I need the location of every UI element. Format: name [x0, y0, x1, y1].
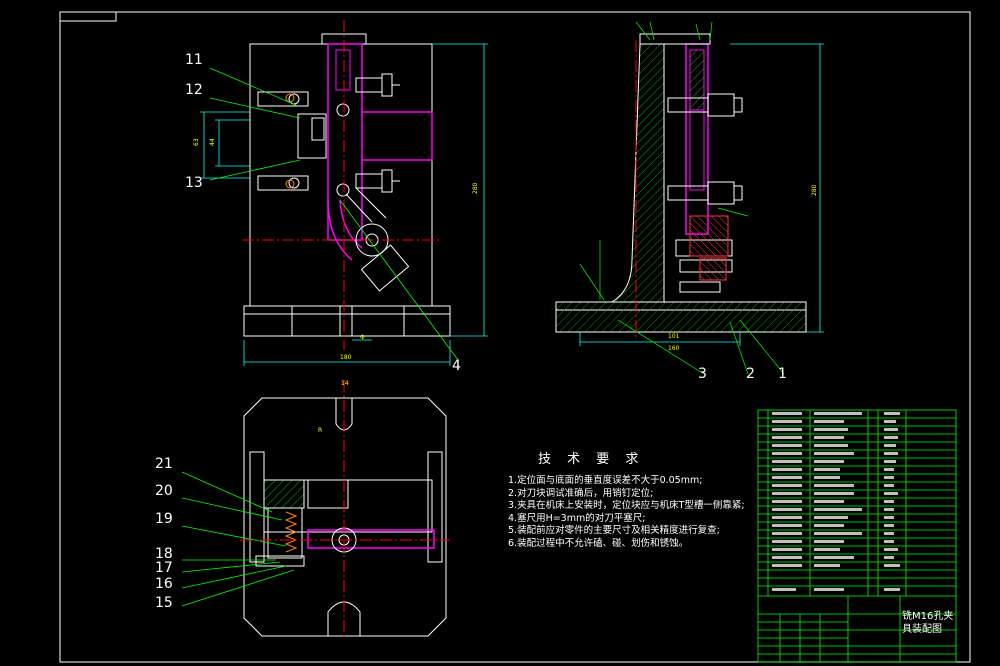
- side-view: 280 101 160: [555, 21, 824, 375]
- svg-text:280: 280: [811, 184, 818, 196]
- technical-requirements-title: 技 术 要 求: [538, 452, 645, 467]
- balloon-13: 13: [185, 175, 203, 191]
- svg-text:63: 63: [193, 138, 200, 146]
- balloon-3: 3: [698, 366, 707, 382]
- corner-tag: [59, 11, 117, 22]
- svg-text:14: 14: [341, 380, 349, 387]
- balloon-21: 21: [155, 456, 173, 472]
- front-view: 180 280 63 44 Φ: [193, 20, 488, 366]
- svg-text:Φ: Φ: [360, 334, 365, 341]
- svg-text:280: 280: [472, 182, 479, 194]
- requirement-1: 1.定位面与底面的垂直度误差不大于0.05mm;: [508, 475, 703, 486]
- svg-text:44: 44: [209, 138, 216, 146]
- balloon-1: 1: [778, 366, 787, 382]
- balloon-19: 19: [155, 511, 173, 527]
- balloon-4: 4: [452, 358, 461, 374]
- drawing-name-line2: 具装配图: [902, 624, 942, 635]
- balloon-17: 17: [155, 560, 173, 576]
- cad-assembly-drawing: 180 280 63 44 Φ 280 101 160 14 R: [59, 11, 971, 663]
- requirement-2: 2.对刀块调试准确后，用销钉定位;: [508, 487, 654, 499]
- svg-text:R: R: [318, 427, 322, 434]
- requirement-6: 6.装配过程中不允许磕、碰、划伤和锈蚀。: [508, 537, 689, 549]
- requirement-4: 4.塞尺用H=3mm的对刀平塞尺;: [508, 512, 646, 524]
- svg-text:101: 101: [668, 333, 680, 340]
- top-view: 14 R: [181, 380, 450, 640]
- technical-requirements: 技 术 要 求 1.定位面与底面的垂直度误差不大于0.05mm; 2.对刀块调试…: [508, 448, 808, 550]
- requirement-5: 5.装配前应对零件的主要尺寸及相关精度进行复查;: [508, 525, 720, 536]
- balloon-15: 15: [155, 595, 173, 611]
- requirement-3: 3.夹具在机床上安装时，定位块应与机床T型槽一侧靠紧;: [508, 500, 745, 511]
- balloon-16: 16: [155, 576, 173, 592]
- balloon-2: 2: [746, 366, 755, 382]
- balloon-12: 12: [185, 82, 203, 98]
- balloon-20: 20: [155, 483, 173, 499]
- svg-text:160: 160: [668, 345, 680, 352]
- svg-text:180: 180: [340, 354, 352, 361]
- balloon-11: 11: [185, 52, 203, 68]
